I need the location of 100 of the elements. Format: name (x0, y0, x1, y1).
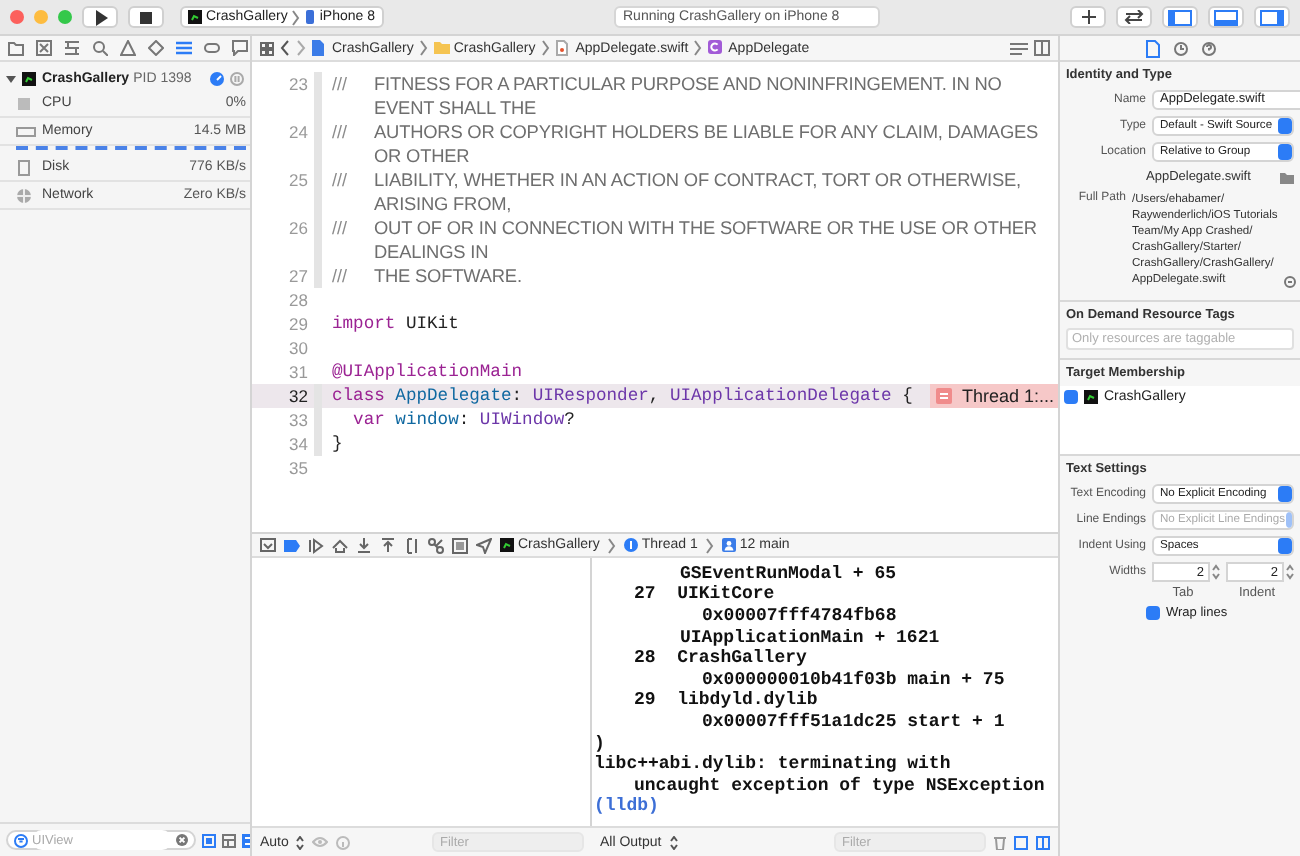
comment-marker: /// (332, 168, 350, 192)
plus-icon (1081, 10, 1095, 24)
error-annotation: Thread 1:... (929, 384, 1058, 408)
split-icon[interactable] (1034, 40, 1050, 56)
layout-button[interactable] (1254, 6, 1290, 28)
add-button[interactable] (1070, 6, 1106, 28)
line-number: 29 (287, 312, 310, 336)
trash-icon[interactable] (994, 835, 1006, 849)
console-line: uncaught exception of type NSException (632, 775, 1047, 797)
checkbox[interactable] (1064, 390, 1078, 404)
stop-button[interactable] (128, 6, 164, 28)
panel-icon (1260, 9, 1284, 25)
swap-button[interactable] (1116, 6, 1152, 28)
stepper-icon[interactable] (1212, 563, 1220, 579)
stepper-icon[interactable] (1286, 563, 1294, 579)
step-into-icon[interactable] (356, 537, 372, 553)
up-down-arrows-icon (296, 835, 305, 849)
clear-icon[interactable] (176, 834, 188, 846)
line-number: 28 (287, 288, 310, 312)
code-line: class AppDelegate: UIResponder, UIApplicationDelegate { (332, 384, 913, 408)
panel-icon[interactable] (1036, 835, 1050, 849)
line-number: 31 (287, 360, 310, 384)
lines-icon[interactable] (1010, 41, 1028, 55)
line-number: 34 (287, 432, 310, 456)
code-line: import UIKit (332, 312, 459, 336)
folder-icon[interactable] (1280, 171, 1294, 183)
app-icon (1084, 390, 1098, 404)
square-x-icon[interactable] (36, 40, 52, 56)
app-icon (500, 538, 514, 552)
comment-text: LIABILITY, WHETHER IN AN ACTION OF CONTRACT, TORT OR OTHERWISE, ARISING FROM, (374, 168, 1023, 216)
thread-icon (623, 538, 638, 552)
layout-button[interactable] (1162, 6, 1198, 28)
folder-icon[interactable] (8, 40, 24, 56)
project-icon (312, 40, 328, 56)
speech-bubble-icon[interactable] (232, 40, 248, 56)
comment-marker: /// (332, 264, 350, 288)
chevron-icon (607, 537, 616, 553)
console-line: 0x00007fff51a1dc25 start + 1 (700, 712, 1007, 734)
back-icon[interactable] (280, 40, 290, 56)
filter-icon (14, 833, 28, 847)
comment-text: AUTHORS OR COPYRIGHT HOLDERS BE LIABLE FOR ANY CLAIM, DAMAGES OR OTHER (374, 120, 1041, 168)
console-line: 0x00007fff4784fb68 (700, 606, 899, 628)
code-line: var window: UIWindow? (351, 408, 575, 432)
warning-icon[interactable] (120, 40, 136, 56)
console-line: 28 CrashGallery (632, 648, 809, 670)
comment-marker: /// (332, 72, 350, 96)
device-icon (303, 10, 316, 24)
line-number: 33 (287, 408, 310, 432)
comment-text: THE SOFTWARE. (374, 264, 524, 288)
line-number: 23 (287, 72, 310, 96)
line-number: 35 (287, 456, 310, 480)
code-line: @UIApplicationMain (332, 360, 523, 384)
chevron-icon (694, 40, 703, 56)
console-toggle-icon[interactable] (260, 537, 276, 553)
globe-icon (16, 187, 36, 203)
code-line: } (332, 432, 343, 456)
console-prompt: (lldb) (594, 796, 661, 818)
diamond-icon[interactable] (148, 40, 164, 56)
lines-icon[interactable] (176, 40, 192, 56)
pause-icon[interactable] (230, 72, 244, 86)
chevron-icon (291, 9, 300, 25)
gauge-icon[interactable] (210, 72, 224, 86)
search-icon[interactable] (92, 40, 108, 56)
arrows-icon (1124, 10, 1144, 24)
stop-icon (140, 11, 152, 23)
panel-icon[interactable] (1014, 835, 1028, 849)
memory-icon (16, 123, 36, 139)
chip-icon (16, 95, 36, 111)
comment-marker: /// (332, 120, 350, 144)
checkbox[interactable] (1146, 606, 1160, 620)
disclosure-triangle-icon[interactable] (6, 74, 16, 84)
panel-icon (1214, 9, 1238, 25)
panel-icon (1168, 9, 1192, 25)
run-button[interactable] (82, 6, 118, 28)
console-line: 27 UIKitCore (632, 584, 777, 606)
chevron-icon (705, 537, 714, 553)
console-line: libc++abi.dylib: terminating with (594, 754, 953, 776)
capsule-icon[interactable] (204, 40, 220, 56)
layout-button[interactable] (1208, 6, 1244, 28)
line-number: 27 (287, 264, 310, 288)
file-icon[interactable] (1145, 39, 1159, 57)
grid-icon[interactable] (260, 41, 274, 55)
line-number: 30 (287, 336, 310, 360)
app-icon (22, 72, 36, 86)
comment-marker: /// (332, 216, 350, 240)
console-line: ) (594, 733, 607, 755)
continue-icon[interactable] (308, 537, 324, 553)
console-line: UIApplicationMain + 1621 (678, 627, 942, 649)
grid-icon[interactable] (222, 833, 236, 847)
step-out-icon[interactable] (380, 537, 396, 553)
line-number: 24 (287, 120, 310, 144)
error-icon (935, 388, 952, 404)
folder-icon (433, 40, 450, 56)
help-icon[interactable] (1201, 39, 1215, 57)
location-icon[interactable] (476, 537, 492, 553)
breakpoint-icon[interactable] (284, 537, 300, 553)
line-number: 25 (287, 168, 310, 192)
clock-icon[interactable] (1173, 39, 1187, 57)
console-line: GSEventRunModal + 65 (678, 563, 899, 585)
line-number: 32 (287, 384, 310, 408)
